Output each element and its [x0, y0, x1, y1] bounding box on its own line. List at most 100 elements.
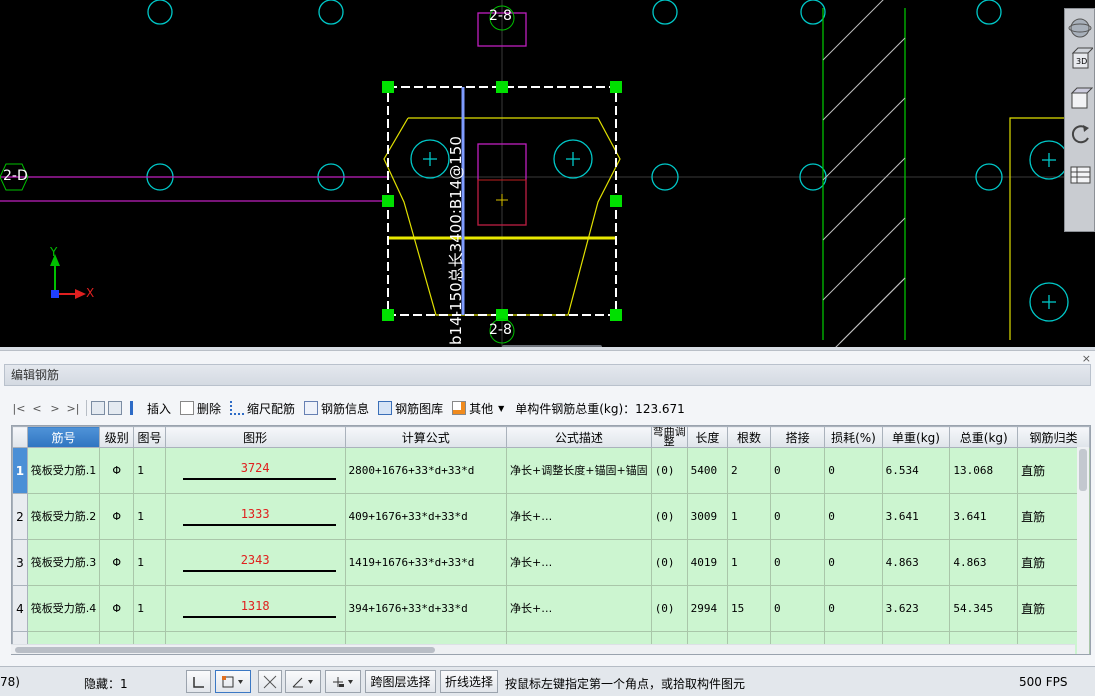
lap-cell[interactable]: 0	[769, 493, 826, 540]
length-cell[interactable]: 3009	[686, 493, 729, 540]
shape-cell[interactable]: 1318	[164, 585, 346, 632]
vertical-scrollbar[interactable]	[1077, 447, 1089, 654]
table-row[interactable]: 2 筏板受力筋.2 Φ 1 1333 409+1676+33*d+33*d 净长+… (0) 3…	[12, 493, 1090, 540]
row-number[interactable]: 4	[12, 585, 28, 632]
shape-cell[interactable]: 3724	[164, 447, 346, 494]
delete-button[interactable]: 删除	[180, 400, 221, 417]
length-cell[interactable]: 2994	[686, 585, 729, 632]
figure-number-cell[interactable]: 1	[133, 447, 166, 494]
shape-cell[interactable]: 1333	[164, 493, 346, 540]
col-header[interactable]: 搭接	[769, 426, 826, 448]
rebar-name-cell[interactable]: 筏板受力筋.1	[26, 447, 101, 494]
unit-weight-cell[interactable]: 4.863	[881, 539, 951, 586]
formula-cell[interactable]: 394+1676+33*d+33*d	[344, 585, 508, 632]
loss-cell[interactable]: 0	[824, 447, 883, 494]
col-header[interactable]: 图号	[133, 426, 166, 448]
table-row[interactable]: 3 筏板受力筋.3 Φ 1 2343 1419+1676+33*d+33*d 净长+… (0)…	[12, 539, 1090, 586]
bend-adjust-cell[interactable]: (0)	[650, 493, 688, 540]
rebar-name-cell[interactable]: 筏板受力筋.2	[26, 493, 101, 540]
count-cell[interactable]: 2	[727, 447, 771, 494]
row-number[interactable]: 1	[12, 447, 28, 494]
length-cell[interactable]: 5400	[686, 447, 729, 494]
rebar-name-cell[interactable]: 筏板受力筋.4	[26, 585, 101, 632]
formula-description-cell[interactable]: 净长+…	[506, 539, 652, 586]
formula-cell[interactable]: 409+1676+33*d+33*d	[344, 493, 508, 540]
scale-rebar-button[interactable]: 缩尺配筋	[230, 400, 295, 417]
col-header[interactable]: 弯曲调整	[650, 426, 688, 448]
angle-toggle[interactable]	[285, 670, 321, 693]
col-header[interactable]: 级别	[99, 426, 135, 448]
scroll-thumb[interactable]	[1079, 449, 1087, 491]
formula-cell[interactable]: 1419+1676+33*d+33*d	[344, 539, 508, 586]
horizontal-scrollbar[interactable]	[11, 644, 1075, 654]
table-row[interactable]: 4 筏板受力筋.4 Φ 1 1318 394+1676+33*d+33*d 净长+… (0) 2…	[12, 585, 1090, 632]
total-weight-cell[interactable]: 54.345	[949, 585, 1019, 632]
move-down-icon[interactable]	[108, 401, 122, 415]
row-number[interactable]: 3	[12, 539, 28, 586]
length-cell[interactable]: 4019	[686, 539, 729, 586]
count-cell[interactable]: 1	[727, 539, 771, 586]
lap-cell[interactable]: 0	[769, 447, 826, 494]
bend-adjust-cell[interactable]: (0)	[650, 585, 688, 632]
next-record-button[interactable]: >	[46, 402, 64, 415]
lap-cell[interactable]: 0	[769, 539, 826, 586]
scroll-thumb[interactable]	[15, 647, 435, 653]
rebar-library-button[interactable]: 钢筋图库	[378, 400, 443, 417]
last-record-button[interactable]: >|	[64, 402, 82, 415]
view-box-icon[interactable]	[1068, 85, 1094, 111]
grade-cell[interactable]: Φ	[99, 493, 135, 540]
total-weight-cell[interactable]: 4.863	[949, 539, 1019, 586]
unit-weight-cell[interactable]: 6.534	[881, 447, 951, 494]
formula-description-cell[interactable]: 净长+…	[506, 585, 652, 632]
table-row[interactable]: 1 筏板受力筋.1 Φ 1 3724 2800+1676+33*d+33*d 净长+调整长度…	[12, 447, 1090, 494]
cad-canvas[interactable]: 2-8 2-8 2-D Y X b14-150总长3400:B14@150 3D	[0, 0, 1095, 347]
polyline-select-button[interactable]: 折线选择	[440, 670, 498, 693]
col-header[interactable]: 单重(kg)	[881, 426, 951, 448]
figure-number-cell[interactable]: 1	[133, 585, 166, 632]
col-header[interactable]: 公式描述	[506, 426, 652, 448]
shape-cell[interactable]: 2343	[164, 539, 346, 586]
bend-adjust-cell[interactable]: (0)	[650, 539, 688, 586]
figure-number-cell[interactable]: 1	[133, 539, 166, 586]
col-header[interactable]: 钢筋归类	[1017, 426, 1090, 448]
move-up-icon[interactable]	[91, 401, 105, 415]
offset-toggle[interactable]	[325, 670, 361, 693]
col-header[interactable]: 图形	[164, 426, 346, 448]
col-header[interactable]: 根数	[727, 426, 771, 448]
insert-button[interactable]: 插入	[130, 400, 171, 417]
formula-cell[interactable]: 2800+1676+33*d+33*d	[344, 447, 508, 494]
header-corner[interactable]	[12, 426, 28, 448]
total-weight-cell[interactable]: 3.641	[949, 493, 1019, 540]
snap-toggle[interactable]	[215, 670, 251, 693]
view-sphere-icon[interactable]	[1068, 15, 1093, 41]
formula-description-cell[interactable]: 净长+…	[506, 493, 652, 540]
first-record-button[interactable]: |<	[10, 402, 28, 415]
drawing-svg[interactable]	[0, 0, 1095, 347]
total-weight-cell[interactable]: 13.068	[949, 447, 1019, 494]
panel-splitter[interactable]	[502, 345, 602, 347]
rotate-icon[interactable]	[1068, 121, 1093, 147]
loss-cell[interactable]: 0	[824, 493, 883, 540]
count-cell[interactable]: 15	[727, 585, 771, 632]
cross-snap-toggle[interactable]	[258, 670, 282, 693]
bend-adjust-cell[interactable]: (0)	[650, 447, 688, 494]
loss-cell[interactable]: 0	[824, 539, 883, 586]
cross-layer-select-button[interactable]: 跨图层选择	[365, 670, 436, 693]
prev-record-button[interactable]: <	[28, 402, 46, 415]
view-grid-icon[interactable]	[1068, 159, 1093, 185]
unit-weight-cell[interactable]: 3.623	[881, 585, 951, 632]
loss-cell[interactable]: 0	[824, 585, 883, 632]
figure-number-cell[interactable]: 1	[133, 493, 166, 540]
col-header[interactable]: 长度	[686, 426, 729, 448]
rebar-info-button[interactable]: 钢筋信息	[304, 400, 369, 417]
grade-cell[interactable]: Φ	[99, 539, 135, 586]
view-3d-icon[interactable]: 3D	[1068, 45, 1095, 71]
row-number[interactable]: 2	[12, 493, 28, 540]
unit-weight-cell[interactable]: 3.641	[881, 493, 951, 540]
col-header[interactable]: 筋号	[26, 426, 101, 448]
grade-cell[interactable]: Φ	[99, 447, 135, 494]
col-header[interactable]: 损耗(%)	[824, 426, 883, 448]
lap-cell[interactable]: 0	[769, 585, 826, 632]
ortho-toggle[interactable]	[186, 670, 211, 693]
formula-description-cell[interactable]: 净长+调整长度+锚固+锚固	[506, 447, 652, 494]
